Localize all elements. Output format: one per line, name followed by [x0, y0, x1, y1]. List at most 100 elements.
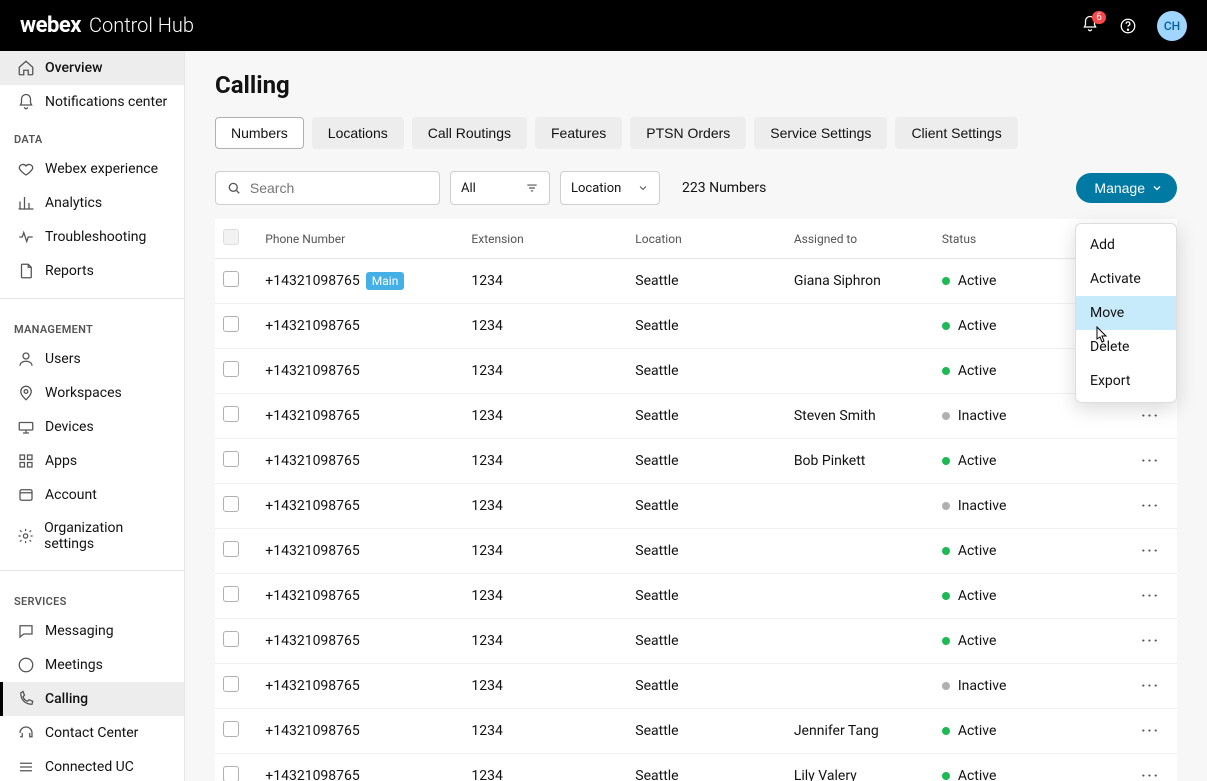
row-checkbox[interactable] [223, 496, 239, 512]
cell-location: Seattle [627, 664, 786, 709]
table-row[interactable]: +14321098765 1234 Seattle Lily Valery Ac… [215, 754, 1177, 781]
table-row[interactable]: +14321098765Main 1234 Seattle Giana Siph… [215, 259, 1177, 304]
sidebar-item-devices[interactable]: Devices [0, 410, 184, 444]
row-checkbox[interactable] [223, 586, 239, 602]
table-row[interactable]: +14321098765 1234 Seattle Steven Smith I… [215, 394, 1177, 439]
sidebar-item-label: Organization settings [44, 520, 170, 552]
select-all-checkbox[interactable] [223, 229, 239, 245]
column-select [215, 219, 257, 259]
tab-numbers[interactable]: Numbers [215, 117, 304, 149]
status-dot-icon [942, 727, 950, 735]
sidebar-item-label: Workspaces [45, 385, 122, 401]
sidebar-item-organization-settings[interactable]: Organization settings [0, 512, 184, 560]
table-row[interactable]: +14321098765 1234 Seattle Bob Pinkett Ac… [215, 439, 1177, 484]
row-checkbox[interactable] [223, 361, 239, 377]
tab-client-settings[interactable]: Client Settings [895, 117, 1017, 149]
manage-button[interactable]: Manage [1076, 173, 1177, 203]
row-actions-button[interactable]: ··· [1141, 723, 1160, 743]
sidebar-item-account[interactable]: Account [0, 478, 184, 512]
tab-features[interactable]: Features [535, 117, 622, 149]
cell-phone: +14321098765 [257, 664, 463, 709]
status-dot-icon [942, 592, 950, 600]
row-checkbox[interactable] [223, 721, 239, 737]
cell-phone: +14321098765 [257, 574, 463, 619]
sidebar-item-label: Apps [45, 453, 77, 469]
tab-service-settings[interactable]: Service Settings [754, 117, 887, 149]
sidebar-section-management: MANAGEMENT [0, 309, 184, 342]
manage-menu-activate[interactable]: Activate [1076, 262, 1176, 296]
row-actions-button[interactable]: ··· [1141, 678, 1160, 698]
cell-assigned [786, 484, 934, 529]
cell-phone: +14321098765Main [257, 259, 463, 304]
row-actions-button[interactable]: ··· [1141, 633, 1160, 653]
tab-ptsn-orders[interactable]: PTSN Orders [630, 117, 746, 149]
manage-menu-export[interactable]: Export [1076, 364, 1176, 398]
sidebar-item-meetings[interactable]: Meetings [0, 648, 184, 682]
search-input[interactable] [250, 180, 429, 196]
search-box[interactable] [215, 171, 440, 205]
sidebar-item-troubleshooting[interactable]: Troubleshooting [0, 220, 184, 254]
tab-locations[interactable]: Locations [312, 117, 404, 149]
table-row[interactable]: +14321098765 1234 Seattle Active ··· [215, 574, 1177, 619]
sidebar-item-contact-center[interactable]: Contact Center [0, 716, 184, 750]
status-dot-icon [942, 682, 950, 690]
manage-menu-add[interactable]: Add [1076, 228, 1176, 262]
sidebar-item-label: Devices [45, 419, 94, 435]
sidebar-item-workspaces[interactable]: Workspaces [0, 376, 184, 410]
sidebar-item-notifications-center[interactable]: Notifications center [0, 85, 184, 119]
avatar[interactable]: CH [1157, 11, 1187, 41]
row-checkbox[interactable] [223, 406, 239, 422]
row-checkbox[interactable] [223, 676, 239, 692]
row-actions-button[interactable]: ··· [1141, 498, 1160, 518]
row-actions-button[interactable]: ··· [1141, 453, 1160, 473]
row-checkbox[interactable] [223, 451, 239, 467]
row-checkbox[interactable] [223, 541, 239, 557]
sidebar-item-apps[interactable]: Apps [0, 444, 184, 478]
row-checkbox[interactable] [223, 271, 239, 287]
filter-all-dropdown[interactable]: All [450, 171, 550, 205]
manage-menu-delete[interactable]: Delete [1076, 330, 1176, 364]
cell-phone: +14321098765 [257, 709, 463, 754]
sidebar-item-overview[interactable]: Overview [0, 51, 184, 85]
row-checkbox[interactable] [223, 316, 239, 332]
cell-status: Active [934, 529, 1124, 574]
table-row[interactable]: +14321098765 1234 Seattle Inactive ··· [215, 664, 1177, 709]
bell-icon [17, 93, 35, 111]
sidebar-item-label: Notifications center [45, 94, 167, 110]
sidebar-item-connected-uc[interactable]: Connected UC [0, 750, 184, 781]
sidebar-section-data: DATA [0, 119, 184, 152]
row-actions-button[interactable]: ··· [1141, 543, 1160, 563]
tab-call-routings[interactable]: Call Routings [412, 117, 527, 149]
table-row[interactable]: +14321098765 1234 Seattle Active ··· [215, 529, 1177, 574]
sidebar-item-analytics[interactable]: Analytics [0, 186, 184, 220]
notifications-button[interactable]: 6 [1081, 15, 1099, 37]
table-row[interactable]: +14321098765 1234 Seattle Active ··· [215, 304, 1177, 349]
cell-assigned: Lily Valery [786, 754, 934, 781]
row-checkbox[interactable] [223, 631, 239, 647]
app-header: webex Control Hub 6 CH [0, 0, 1207, 51]
sidebar-item-calling[interactable]: Calling [0, 682, 184, 716]
cell-status: Inactive [934, 664, 1124, 709]
row-actions-button[interactable]: ··· [1141, 408, 1160, 428]
search-icon [226, 179, 242, 197]
sidebar-item-messaging[interactable]: Messaging [0, 614, 184, 648]
row-actions-button[interactable]: ··· [1141, 768, 1160, 781]
help-icon[interactable] [1119, 17, 1137, 35]
row-checkbox[interactable] [223, 766, 239, 781]
cell-extension: 1234 [463, 439, 627, 484]
row-actions-button[interactable]: ··· [1141, 588, 1160, 608]
table-row[interactable]: +14321098765 1234 Seattle Active ··· [215, 619, 1177, 664]
filter-location-dropdown[interactable]: Location [560, 171, 660, 205]
sidebar-item-users[interactable]: Users [0, 342, 184, 376]
table-row[interactable]: +14321098765 1234 Seattle Active ··· [215, 349, 1177, 394]
sidebar-item-webex-experience[interactable]: Webex experience [0, 152, 184, 186]
manage-menu-move[interactable]: Move [1076, 296, 1176, 330]
sidebar-item-label: Webex experience [45, 161, 158, 177]
column-header: Assigned to [786, 219, 934, 259]
table-row[interactable]: +14321098765 1234 Seattle Inactive ··· [215, 484, 1177, 529]
table-row[interactable]: +14321098765 1234 Seattle Jennifer Tang … [215, 709, 1177, 754]
status-dot-icon [942, 412, 950, 420]
cell-phone: +14321098765 [257, 304, 463, 349]
sidebar-item-reports[interactable]: Reports [0, 254, 184, 288]
toolbar: All Location 223 Numbers Manage [215, 171, 1177, 205]
